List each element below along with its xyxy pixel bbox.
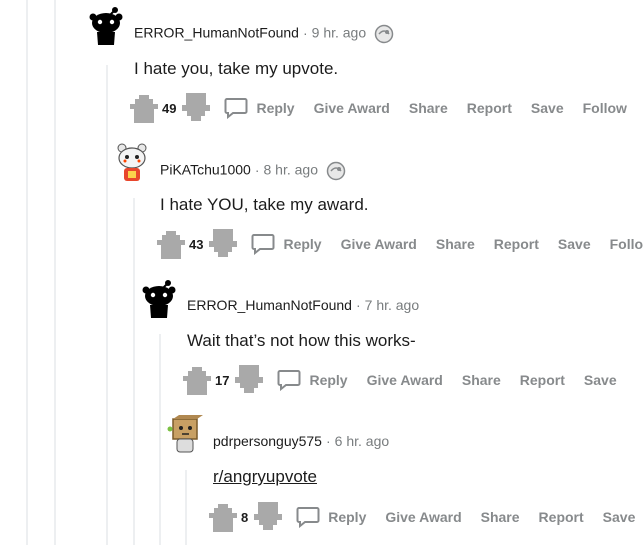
reply-button[interactable]: Reply [224,97,295,119]
comment-meta: pdrpersonguy575 · 6 hr. ago [213,433,389,449]
share-button[interactable]: Share [462,372,501,388]
comment-body: Wait that’s not how this works- [187,331,416,350]
author-name[interactable]: ERROR_HumanNotFound [134,25,299,41]
reply-button[interactable]: Reply [296,506,366,528]
reply-button[interactable]: Reply [277,369,348,391]
downvote-icon[interactable] [252,502,284,532]
share-button[interactable]: Share [481,509,520,525]
snoo-avatar-icon[interactable] [141,279,177,319]
timestamp[interactable]: 7 hr. ago [365,297,420,313]
report-button[interactable]: Report [467,100,512,116]
meta-separator: · [302,24,308,41]
subreddit-link[interactable]: r/angryupvote [213,467,317,486]
downvote-icon[interactable] [207,229,239,259]
author-name[interactable]: ERROR_HumanNotFound [187,297,352,313]
snoo-avatar-icon[interactable] [167,415,203,455]
vote-score: 8 [241,509,249,525]
award-icon[interactable] [374,24,394,44]
downvote-icon[interactable] [233,365,265,395]
reply-icon [251,233,275,255]
share-button[interactable]: Share [436,236,475,252]
comment-meta: ERROR_HumanNotFound · 7 hr. ago [187,297,419,313]
reply-label: Reply [309,372,348,388]
report-button[interactable]: Report [539,509,584,525]
report-button[interactable]: Report [520,372,565,388]
reply-icon [224,97,248,119]
award-icon[interactable] [326,161,346,181]
comment-meta: ERROR_HumanNotFound · 9 hr. ago [134,24,394,44]
reply-button[interactable]: Reply [251,233,322,255]
comment-actions: 17 Reply Give Award Share Report Save [181,366,636,394]
save-button[interactable]: Save [558,236,591,252]
snoo-avatar-icon[interactable] [88,6,124,46]
comment-body: I hate YOU, take my award. [160,195,369,214]
give-award-button[interactable]: Give Award [314,100,390,116]
reply-label: Reply [256,100,295,116]
thread-line-level-1[interactable] [54,0,56,545]
vote-score: 17 [215,372,230,388]
timestamp[interactable]: 8 hr. ago [263,162,318,178]
downvote-icon[interactable] [180,93,212,123]
vote-score: 49 [162,100,177,116]
meta-separator: · [355,297,361,313]
save-button[interactable]: Save [603,509,636,525]
snoo-avatar-icon[interactable] [114,142,150,182]
give-award-button[interactable]: Give Award [367,372,443,388]
thread-line-level-0[interactable] [26,0,28,545]
timestamp[interactable]: 6 hr. ago [335,433,390,449]
comment-body: I hate you, take my upvote. [134,59,339,78]
author-name[interactable]: pdrpersonguy575 [213,433,322,449]
follow-button[interactable]: Follow [583,100,627,116]
report-button[interactable]: Report [494,236,539,252]
comment-body: r/angryupvote [213,467,317,487]
upvote-icon[interactable] [155,229,187,259]
reply-icon [296,506,320,528]
thread-line-level-2[interactable] [106,65,108,545]
thread-line-level-5[interactable] [185,470,187,545]
share-button[interactable]: Share [409,100,448,116]
reply-icon [277,369,301,391]
comment-actions: 49 Reply Give Award Share Report Save Fo… [128,94,643,122]
upvote-icon[interactable] [207,502,239,532]
reply-label: Reply [328,509,367,525]
comment-actions: 8 Reply Give Award Share Report Save [207,503,643,531]
thread-line-level-4[interactable] [159,334,161,545]
comment-actions: 43 Reply Give Award Share Report Save Fo… [155,230,643,258]
author-name[interactable]: PiKATchu1000 [160,162,251,178]
reply-label: Reply [283,236,322,252]
meta-separator: · [254,161,260,178]
thread-line-level-3[interactable] [133,198,135,545]
comment-meta: PiKATchu1000 · 8 hr. ago [160,161,346,181]
give-award-button[interactable]: Give Award [385,509,461,525]
follow-button[interactable]: Follow [610,236,643,252]
upvote-icon[interactable] [128,93,160,123]
vote-score: 43 [189,236,204,252]
give-award-button[interactable]: Give Award [341,236,417,252]
save-button[interactable]: Save [584,372,617,388]
meta-separator: · [325,433,331,449]
save-button[interactable]: Save [531,100,564,116]
timestamp[interactable]: 9 hr. ago [312,25,367,41]
upvote-icon[interactable] [181,365,213,395]
